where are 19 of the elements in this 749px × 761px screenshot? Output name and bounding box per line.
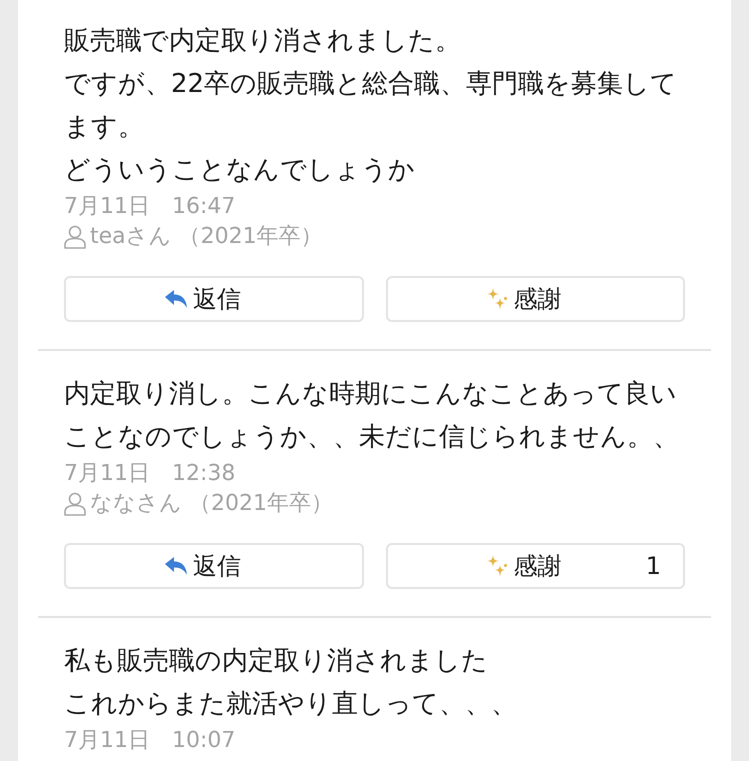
person-icon (64, 225, 86, 249)
post-text: 内定取り消し。こんな時期にこんなことあって良い ことなのでしょうか、、未だに信じられません。、 (64, 378, 680, 454)
thanks-count: 1 (646, 552, 661, 580)
sparkle-icon (487, 555, 508, 577)
reply-arrow-icon (164, 557, 187, 575)
author-name: teaさん （2021年卒） (90, 223, 323, 251)
person-icon (64, 492, 86, 516)
thanks-button[interactable]: 感謝 (386, 276, 685, 322)
reply-button[interactable]: 返信 (64, 543, 364, 589)
thanks-button[interactable]: 感謝 1 (386, 543, 685, 589)
post-date: 7月11日 10:07 (64, 727, 236, 755)
post-date: 7月11日 16:47 (64, 193, 236, 221)
reply-button[interactable]: 返信 (64, 276, 364, 322)
post-text: 私も販売職の内定取り消されました これからまた就活やり直しって、、、 (64, 645, 518, 721)
author-name: ななさん （2021年卒） (90, 490, 333, 518)
reply-arrow-icon (164, 290, 187, 308)
sparkle-icon (487, 288, 508, 310)
post-text: 販売職で内定取り消されました。 ですが、22卒の販売職と総合職、専門職を募集して ます。 どういうことなんでしょうか (64, 25, 678, 187)
post-date: 7月11日 12:38 (64, 460, 236, 488)
